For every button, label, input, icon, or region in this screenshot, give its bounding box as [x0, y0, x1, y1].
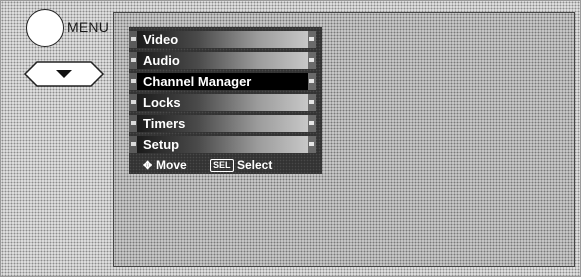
down-arrow-icon [23, 61, 105, 87]
dpad-move-icon: ✥ [143, 160, 153, 172]
main-menu: Video Audio Channel Manager Locks Timers… [129, 27, 322, 174]
menu-item-label: Channel Manager [143, 74, 252, 89]
bar-left-cap [129, 73, 137, 90]
bar-left-cap [129, 52, 137, 69]
menu-item-label: Audio [143, 53, 180, 68]
tv-screen: Video Audio Channel Manager Locks Timers… [113, 12, 575, 267]
bar-left-cap [129, 136, 137, 153]
move-hint-label: Move [156, 158, 187, 172]
menu-item-video[interactable]: Video [129, 30, 322, 49]
bar-right-cap [308, 73, 316, 90]
select-hint-label: Select [237, 158, 273, 172]
down-arrow-button[interactable] [23, 61, 105, 87]
menu-button-label: MENU [67, 19, 110, 35]
menu-item-channel-manager[interactable]: Channel Manager [129, 72, 322, 91]
sel-key-icon: SEL [210, 159, 234, 172]
bar-left-cap [129, 115, 137, 132]
manual-illustration: MENU Video Audio Channel Manager Locks T… [0, 0, 581, 277]
menu-item-label: Setup [143, 137, 180, 152]
bar-left-cap [129, 94, 137, 111]
bar-right-cap [308, 52, 316, 69]
menu-item-locks[interactable]: Locks [129, 93, 322, 112]
menu-item-label: Locks [143, 95, 181, 110]
menu-item-timers[interactable]: Timers [129, 114, 322, 133]
bar-right-cap [308, 31, 316, 48]
menu-item-setup[interactable]: Setup [129, 135, 322, 154]
menu-item-audio[interactable]: Audio [129, 51, 322, 70]
menu-help-bar: ✥ Move SEL Select [129, 157, 322, 174]
bar-left-cap [129, 31, 137, 48]
menu-button[interactable] [26, 9, 64, 47]
bar-right-cap [308, 115, 316, 132]
menu-item-label: Video [143, 32, 179, 47]
bar-right-cap [308, 136, 316, 153]
menu-item-label: Timers [143, 116, 186, 131]
bar-right-cap [308, 94, 316, 111]
